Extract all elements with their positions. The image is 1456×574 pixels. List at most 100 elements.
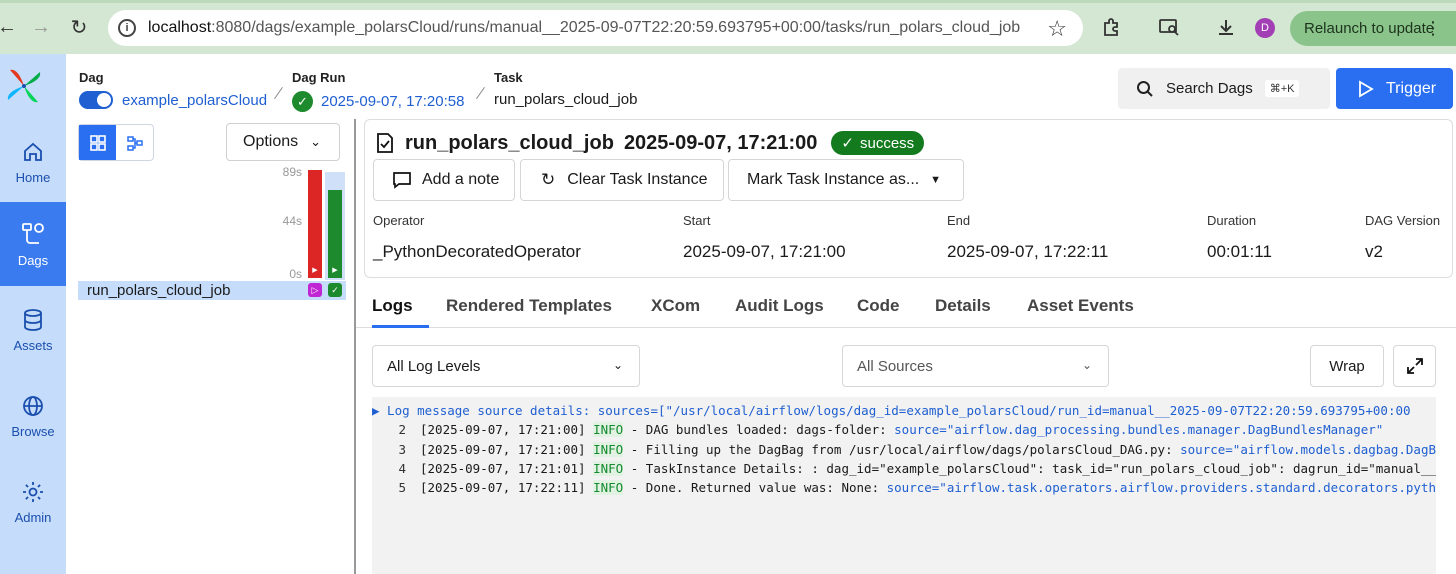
extensions-icon[interactable] bbox=[1098, 14, 1124, 40]
clear-task-button[interactable]: ↻ Clear Task Instance bbox=[520, 159, 724, 201]
tab-code[interactable]: Code bbox=[857, 296, 900, 316]
breadcrumb-task-value: run_polars_cloud_job bbox=[494, 91, 638, 108]
detail-value: 2025-09-07, 17:21:00 bbox=[683, 242, 846, 261]
nav-dags[interactable]: Dags bbox=[0, 202, 66, 286]
nav-assets[interactable]: Assets bbox=[0, 288, 66, 372]
panel-resize-handle[interactable] bbox=[354, 119, 356, 574]
log-line-number: 5 bbox=[398, 480, 406, 495]
options-label: Options bbox=[243, 133, 299, 150]
log-viewer[interactable]: ▶ Log message source details: sources=["… bbox=[372, 397, 1436, 574]
tab-rendered-templates[interactable]: Rendered Templates bbox=[446, 296, 612, 316]
nav-browse-label: Browse bbox=[11, 423, 55, 439]
site-info-icon[interactable]: i bbox=[118, 19, 136, 37]
nav-assets-label: Assets bbox=[13, 337, 53, 353]
breadcrumb-dag-link[interactable]: example_polarsCloud bbox=[122, 92, 267, 109]
active-tab-indicator bbox=[372, 325, 429, 328]
log-source-select[interactable]: All Sources ⌄ bbox=[842, 345, 1109, 387]
search-dags-label: Search Dags bbox=[1166, 80, 1253, 97]
home-icon bbox=[24, 142, 42, 161]
play-marker-icon: ▶ bbox=[312, 267, 318, 274]
run-success-icon: ✓ bbox=[292, 91, 313, 112]
grid-task-row[interactable]: run_polars_cloud_job ▷ ✓ bbox=[78, 281, 346, 300]
log-line: 5 [2025-09-07, 17:22:11] INFO - Done. Ret… bbox=[372, 480, 1436, 495]
log-level: INFO bbox=[593, 461, 624, 476]
view-toggle bbox=[78, 124, 154, 161]
add-note-label: Add a note bbox=[422, 171, 500, 188]
log-timestamp: [2025-09-07, 17:22:11] bbox=[420, 480, 586, 495]
wrap-button[interactable]: Wrap bbox=[1310, 345, 1384, 387]
left-nav: Home Dags Assets Browse Admin bbox=[0, 54, 66, 574]
dags-icon bbox=[22, 222, 44, 244]
nav-admin[interactable]: Admin bbox=[0, 460, 66, 544]
log-message: - Done. Returned value was: None: bbox=[623, 480, 887, 495]
log-line-number: 2 bbox=[398, 422, 406, 437]
grid-icon bbox=[89, 134, 106, 151]
trigger-label: Trigger bbox=[1386, 79, 1437, 97]
relaunch-button[interactable]: Relaunch to update ⋮ bbox=[1290, 11, 1456, 46]
address-bar[interactable]: i localhost:8080/dags/example_polarsClou… bbox=[108, 10, 1083, 46]
expand-icon bbox=[1406, 358, 1423, 374]
log-message: - Filling up the DagBag from /usr/local/… bbox=[623, 442, 1181, 457]
tab-xcom[interactable]: XCom bbox=[651, 296, 700, 316]
duration-axis-max: 89s bbox=[282, 165, 302, 179]
breadcrumb-run-link[interactable]: 2025-09-07, 17:20:58 bbox=[321, 93, 464, 110]
status-label: success bbox=[860, 134, 915, 152]
log-line: 4 [2025-09-07, 17:21:01] INFO - TaskInsta… bbox=[372, 461, 1436, 476]
breadcrumb-dag: Dag example_polarsCloud bbox=[79, 70, 267, 109]
download-icon[interactable] bbox=[1213, 14, 1239, 40]
nav-admin-label: Admin bbox=[14, 509, 52, 525]
tab-asset-events[interactable]: Asset Events bbox=[1027, 296, 1134, 316]
breadcrumb-run: Dag Run ✓ 2025-09-07, 17:20:58 bbox=[292, 70, 464, 112]
breadcrumb-dag-label: Dag bbox=[79, 70, 104, 85]
run-duration-bar-failed[interactable]: ▶ bbox=[308, 170, 322, 278]
browser-toolbar: ← → ↻ i localhost:8080/dags/example_pola… bbox=[0, 0, 1456, 54]
cast-search-icon[interactable] bbox=[1156, 14, 1182, 40]
airflow-logo-icon[interactable] bbox=[4, 66, 44, 106]
log-level: INFO bbox=[593, 480, 624, 495]
detail-operator: Operator _PythonDecoratedOperator bbox=[373, 213, 581, 262]
reload-icon[interactable]: ↻ bbox=[66, 14, 92, 40]
tab-logs[interactable]: Logs bbox=[372, 296, 413, 316]
log-line: 2 [2025-09-07, 17:21:00] INFO - DAG bundl… bbox=[372, 422, 1383, 437]
bookmark-star-icon[interactable]: ☆ bbox=[1047, 16, 1067, 42]
profile-avatar[interactable]: D bbox=[1255, 18, 1275, 38]
fullscreen-button[interactable] bbox=[1393, 345, 1436, 387]
nav-home[interactable]: Home bbox=[0, 120, 66, 204]
mark-task-label: Mark Task Instance as... bbox=[747, 171, 920, 188]
detail-label: Duration bbox=[1207, 213, 1257, 228]
nav-dags-label: Dags bbox=[17, 252, 49, 268]
options-dropdown[interactable]: Options ⌄ bbox=[226, 123, 340, 161]
dag-pause-toggle[interactable] bbox=[79, 91, 113, 109]
tab-strip-edge bbox=[0, 0, 1456, 3]
graph-view-button[interactable] bbox=[116, 125, 153, 160]
forward-arrow-icon[interactable]: → bbox=[28, 14, 54, 40]
detail-duration: Duration 00:01:11 bbox=[1207, 213, 1272, 262]
search-dags-button[interactable]: Search Dags ⌘+K bbox=[1118, 68, 1330, 109]
detail-dag-version: DAG Version v2 bbox=[1365, 213, 1440, 262]
tab-audit-logs[interactable]: Audit Logs bbox=[735, 296, 824, 316]
url-text[interactable]: localhost:8080/dags/example_polarsCloud/… bbox=[148, 19, 1038, 37]
add-note-button[interactable]: Add a note bbox=[373, 159, 515, 201]
nav-browse[interactable]: Browse bbox=[0, 374, 66, 458]
detail-value: _PythonDecoratedOperator bbox=[373, 242, 581, 261]
tab-details[interactable]: Details bbox=[935, 296, 991, 316]
trigger-button[interactable]: Trigger bbox=[1336, 68, 1453, 109]
task-title: run_polars_cloud_job 2025-09-07, 17:21:0… bbox=[375, 131, 925, 155]
graph-icon bbox=[126, 135, 143, 151]
more-vert-icon[interactable]: ⋮ bbox=[1424, 19, 1442, 37]
search-shortcut-badge: ⌘+K bbox=[1264, 80, 1300, 97]
log-message: - TaskInstance Details: : dag_id="exampl… bbox=[630, 461, 1436, 476]
log-level: INFO bbox=[593, 442, 624, 457]
task-instance-cell-deferred[interactable]: ▷ bbox=[308, 283, 322, 297]
database-icon bbox=[24, 308, 42, 331]
detail-end: End 2025-09-07, 17:22:11 bbox=[947, 213, 1108, 262]
caret-down-icon: ▼ bbox=[930, 174, 941, 186]
mark-task-dropdown[interactable]: Mark Task Instance as... ▼ bbox=[728, 159, 964, 201]
grid-view-button[interactable] bbox=[79, 125, 116, 160]
log-timestamp: [2025-09-07, 17:21:00] bbox=[420, 422, 586, 437]
task-instance-cell-success[interactable]: ✓ bbox=[328, 283, 342, 297]
run-duration-bar-success[interactable]: ▶ bbox=[328, 190, 342, 278]
log-level-select[interactable]: All Log Levels ⌄ bbox=[372, 345, 640, 387]
back-arrow-icon[interactable]: ← bbox=[0, 14, 20, 40]
log-source-details[interactable]: ▶ Log message source details: sources=["… bbox=[372, 403, 1411, 418]
